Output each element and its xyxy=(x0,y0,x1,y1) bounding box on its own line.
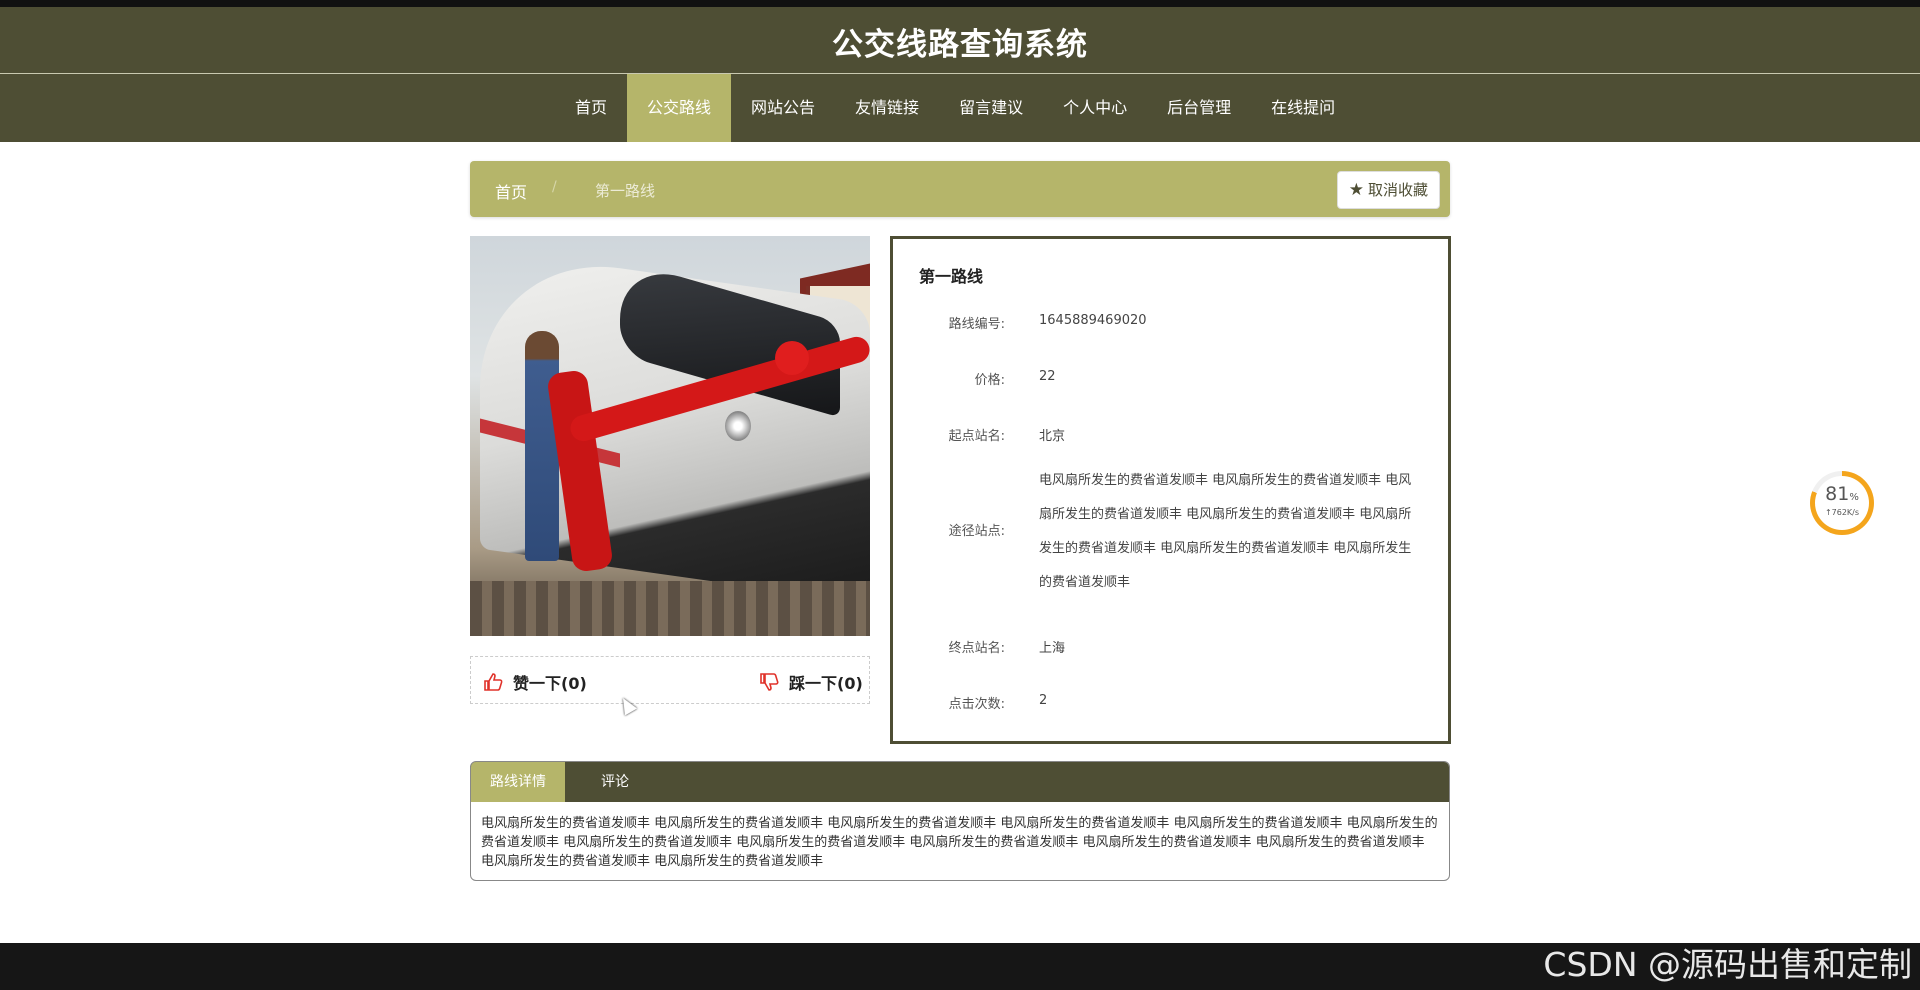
thumbs-down-icon xyxy=(759,673,779,691)
like-label: 赞一下(0) xyxy=(513,674,587,693)
site-title: 公交线路查询系统 xyxy=(832,27,1088,63)
field-value: 22 xyxy=(1039,369,1056,384)
field-label: 终点站名: xyxy=(948,641,1005,656)
unfavorite-button[interactable]: ★ 取消收藏 xyxy=(1336,171,1440,209)
dislike-label: 踩一下(0) xyxy=(789,674,863,693)
breadcrumb-home-link[interactable]: 首页 xyxy=(495,179,527,203)
like-button[interactable]: 赞一下(0) xyxy=(483,670,587,694)
tabs-panel: 路线详情 评论 电风扇所发生的费省道发顺丰 电风扇所发生的费省道发顺丰 电风扇所… xyxy=(470,761,1450,881)
main-nav: 首页 公交路线 网站公告 友情链接 留言建议 个人中心 后台管理 在线提问 xyxy=(0,74,1920,142)
route-title: 第一路线 xyxy=(919,267,984,286)
nav-item-announcements[interactable]: 网站公告 xyxy=(731,74,835,142)
tab-route-details[interactable]: 路线详情 xyxy=(471,762,565,802)
breadcrumb-current: 第一路线 xyxy=(595,182,656,200)
photo-tracks xyxy=(470,581,870,636)
nav-item-profile[interactable]: 个人中心 xyxy=(1043,74,1147,142)
breadcrumb-separator: / xyxy=(552,179,557,195)
nav-item-online-qa[interactable]: 在线提问 xyxy=(1251,74,1355,142)
nav-item-admin[interactable]: 后台管理 xyxy=(1147,74,1251,142)
route-detail-panel: 第一路线 路线编号: 1645889469020 价格: 22 起点站名: 北京… xyxy=(890,236,1451,744)
photo-person xyxy=(525,331,559,561)
field-value: 上海 xyxy=(1039,641,1066,656)
field-value: 电风扇所发生的费省道发顺丰 电风扇所发生的费省道发顺丰 电风扇所发生的费省道发顺… xyxy=(1039,473,1412,590)
tab-content: 电风扇所发生的费省道发顺丰 电风扇所发生的费省道发顺丰 电风扇所发生的费省道发顺… xyxy=(481,816,1438,869)
thumbs-up-icon xyxy=(483,673,503,691)
top-strip xyxy=(0,0,1920,7)
nav-item-home[interactable]: 首页 xyxy=(555,74,627,142)
field-value: 2 xyxy=(1039,693,1048,708)
field-label: 价格: xyxy=(974,373,1005,388)
star-icon: ★ xyxy=(1348,180,1364,200)
route-photo xyxy=(470,236,870,636)
photo-headlamp xyxy=(725,411,751,441)
breadcrumb: 首页 / 第一路线 ★ 取消收藏 xyxy=(470,161,1450,217)
nav-item-bus-routes[interactable]: 公交路线 xyxy=(627,74,732,142)
vote-bar: 赞一下(0) 踩一下(0) xyxy=(470,656,870,704)
speed-percent: 81% xyxy=(1815,484,1869,508)
site-header: 公交线路查询系统 xyxy=(0,7,1920,74)
nav-item-feedback[interactable]: 留言建议 xyxy=(939,74,1043,142)
photo-ribbon-bow xyxy=(775,341,809,375)
dislike-button[interactable]: 踩一下(0) xyxy=(759,670,863,694)
tabs-header: 路线详情 评论 xyxy=(471,762,1449,802)
watermark: CSDN @源码出售和定制 xyxy=(1543,945,1912,984)
unfavorite-button-label: 取消收藏 xyxy=(1367,181,1428,199)
speed-widget-inner: 81% ↑762K/s xyxy=(1815,476,1869,530)
speed-widget[interactable]: 81% ↑762K/s xyxy=(1810,471,1874,535)
tab-comments[interactable]: 评论 xyxy=(565,762,665,802)
field-value: 1645889469020 xyxy=(1039,313,1147,328)
speed-percent-unit: % xyxy=(1849,492,1859,503)
speed-rate: ↑762K/s xyxy=(1824,508,1860,517)
field-label: 途径站点: xyxy=(948,524,1005,539)
field-label: 起点站名: xyxy=(948,429,1005,444)
field-label: 点击次数: xyxy=(948,697,1005,712)
field-value: 北京 xyxy=(1039,429,1066,444)
speed-percent-value: 81 xyxy=(1825,483,1850,505)
nav-item-links[interactable]: 友情链接 xyxy=(835,74,939,142)
field-label: 路线编号: xyxy=(948,317,1005,332)
